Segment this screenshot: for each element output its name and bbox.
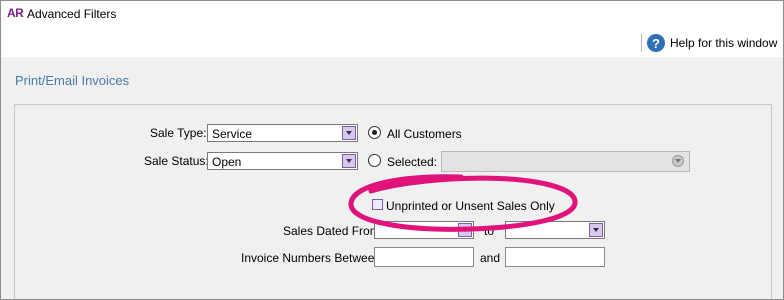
help-separator [641,34,642,52]
all-customers-radio[interactable] [368,126,381,139]
advanced-filters-window: AR Advanced Filters ? Help for this wind… [0,0,784,300]
chevron-down-icon [589,223,603,237]
help-button[interactable]: ? Help for this window [647,33,777,53]
unprinted-only-label: Unprinted or Unsent Sales Only [386,199,555,213]
sales-dated-from-label: Sales Dated From [283,224,380,238]
invoice-numbers-label: Invoice Numbers Between [241,251,382,265]
section-title: Print/Email Invoices [15,73,130,88]
chevron-down-icon [342,126,356,140]
selected-label: Selected: [387,155,438,169]
to-label: to [484,224,495,238]
all-customers-label: All Customers [387,127,462,141]
selected-customers-combo[interactable] [441,151,690,172]
and-label: and [480,251,501,265]
selected-customers-radio[interactable] [368,154,381,167]
chevron-down-icon [458,223,472,237]
sale-status-select[interactable]: Open [207,152,358,170]
question-circle-icon: ? [647,34,665,52]
sales-dated-to-select[interactable] [505,221,605,239]
help-label: Help for this window [670,36,778,50]
app-icon: AR [7,6,24,20]
sale-type-select[interactable]: Service [207,124,358,142]
chevron-down-icon [342,154,356,168]
invoice-number-from-input[interactable] [374,247,474,267]
sale-status-label: Sale Status: [144,154,209,168]
sale-type-value: Service [212,127,253,141]
chevron-down-icon [672,155,684,167]
unprinted-only-checkbox[interactable] [372,199,383,210]
sale-type-label: Sale Type: [150,126,207,140]
window-title: Advanced Filters [27,7,117,21]
sales-dated-from-select[interactable] [374,221,474,239]
invoice-number-to-input[interactable] [505,247,605,267]
sale-status-value: Open [212,155,242,169]
title-bar: AR Advanced Filters [1,1,783,27]
